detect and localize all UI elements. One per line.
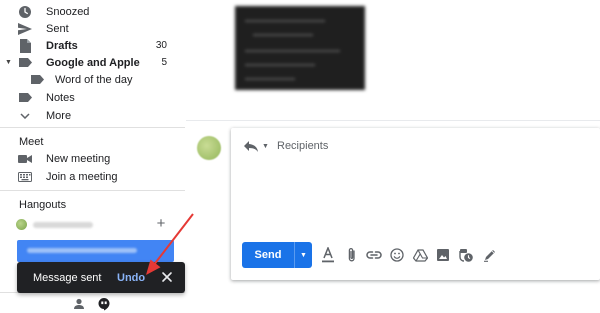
- hangouts-user[interactable]: [16, 219, 93, 230]
- meet-section-title: Meet: [19, 136, 44, 148]
- sidebar-item-notes[interactable]: Notes: [0, 89, 185, 106]
- avatar: [197, 136, 221, 160]
- sidebar-item-drafts[interactable]: Drafts 30: [0, 37, 185, 54]
- chevron-down-icon[interactable]: ▼: [262, 143, 269, 150]
- label-icon: [17, 55, 33, 71]
- snackbar-message: Message sent: [33, 272, 102, 284]
- person-icon[interactable]: [72, 297, 86, 311]
- sidebar-item-word-of-the-day[interactable]: Word of the day: [0, 71, 185, 88]
- sidebar-item-google-and-apple[interactable]: ▼ Google and Apple 5: [0, 54, 185, 71]
- drive-icon[interactable]: [412, 247, 428, 263]
- sidebar-item-label: More: [46, 109, 72, 122]
- hangouts-footer: [0, 292, 185, 313]
- draft-icon: [17, 38, 33, 54]
- new-meeting-item[interactable]: New meeting: [0, 150, 185, 167]
- avatar: [16, 219, 27, 230]
- attach-icon[interactable]: [344, 247, 360, 263]
- sidebar-item-label: Drafts: [46, 39, 78, 52]
- clock-icon: [17, 4, 33, 20]
- divider: [186, 120, 600, 121]
- join-meeting-item[interactable]: Join a meeting: [0, 168, 185, 185]
- sidebar-item-label: Google and Apple: [46, 56, 140, 69]
- reply-icon[interactable]: [243, 139, 259, 153]
- hangouts-banner[interactable]: [17, 240, 174, 262]
- send-icon: [17, 21, 33, 37]
- close-icon[interactable]: [160, 270, 174, 284]
- video-icon: [17, 151, 33, 167]
- confidential-mode-icon[interactable]: [458, 247, 474, 263]
- sidebar-item-label: Snoozed: [46, 5, 90, 18]
- sidebar-item-label: Word of the day: [55, 73, 133, 86]
- link-icon[interactable]: [366, 247, 382, 263]
- signature-icon[interactable]: [482, 247, 498, 263]
- recipients-field[interactable]: Recipients: [277, 140, 328, 152]
- send-button[interactable]: Send: [242, 242, 294, 268]
- keyboard-icon: [17, 169, 33, 185]
- message-sent-snackbar: Message sent Undo: [17, 262, 185, 293]
- add-contact-button[interactable]: +: [154, 216, 168, 231]
- sidebar-item-sent[interactable]: Sent: [0, 20, 185, 37]
- label-icon: [17, 90, 33, 106]
- chevron-down-icon: [17, 108, 33, 124]
- new-meeting-label: New meeting: [46, 152, 111, 165]
- send-button-group: Send ▼: [242, 242, 312, 268]
- sidebar-item-snoozed[interactable]: Snoozed: [0, 3, 185, 20]
- divider: [0, 127, 185, 128]
- redacted-email-body: [235, 6, 365, 90]
- photo-icon[interactable]: [435, 247, 451, 263]
- sidebar-item-more[interactable]: More: [0, 107, 185, 124]
- more-send-options-button[interactable]: ▼: [294, 242, 312, 268]
- hangouts-chat-icon[interactable]: [97, 297, 111, 311]
- join-meeting-label: Join a meeting: [46, 170, 118, 183]
- sidebar-item-label: Notes: [46, 91, 75, 104]
- emoji-icon[interactable]: [389, 247, 405, 263]
- redacted-text: [27, 248, 137, 253]
- drafts-count: 30: [155, 40, 167, 51]
- hangouts-section-title: Hangouts: [19, 199, 67, 211]
- redacted-name: [33, 221, 93, 228]
- expand-caret-icon[interactable]: ▼: [5, 59, 12, 66]
- label-icon: [29, 72, 45, 88]
- sidebar-item-label: Sent: [46, 22, 69, 35]
- format-text-icon[interactable]: [320, 247, 336, 263]
- divider: [0, 190, 185, 191]
- label-count: 5: [161, 57, 167, 68]
- undo-button[interactable]: Undo: [117, 272, 145, 284]
- reply-compose-box: ▼ Recipients Send ▼: [231, 128, 600, 280]
